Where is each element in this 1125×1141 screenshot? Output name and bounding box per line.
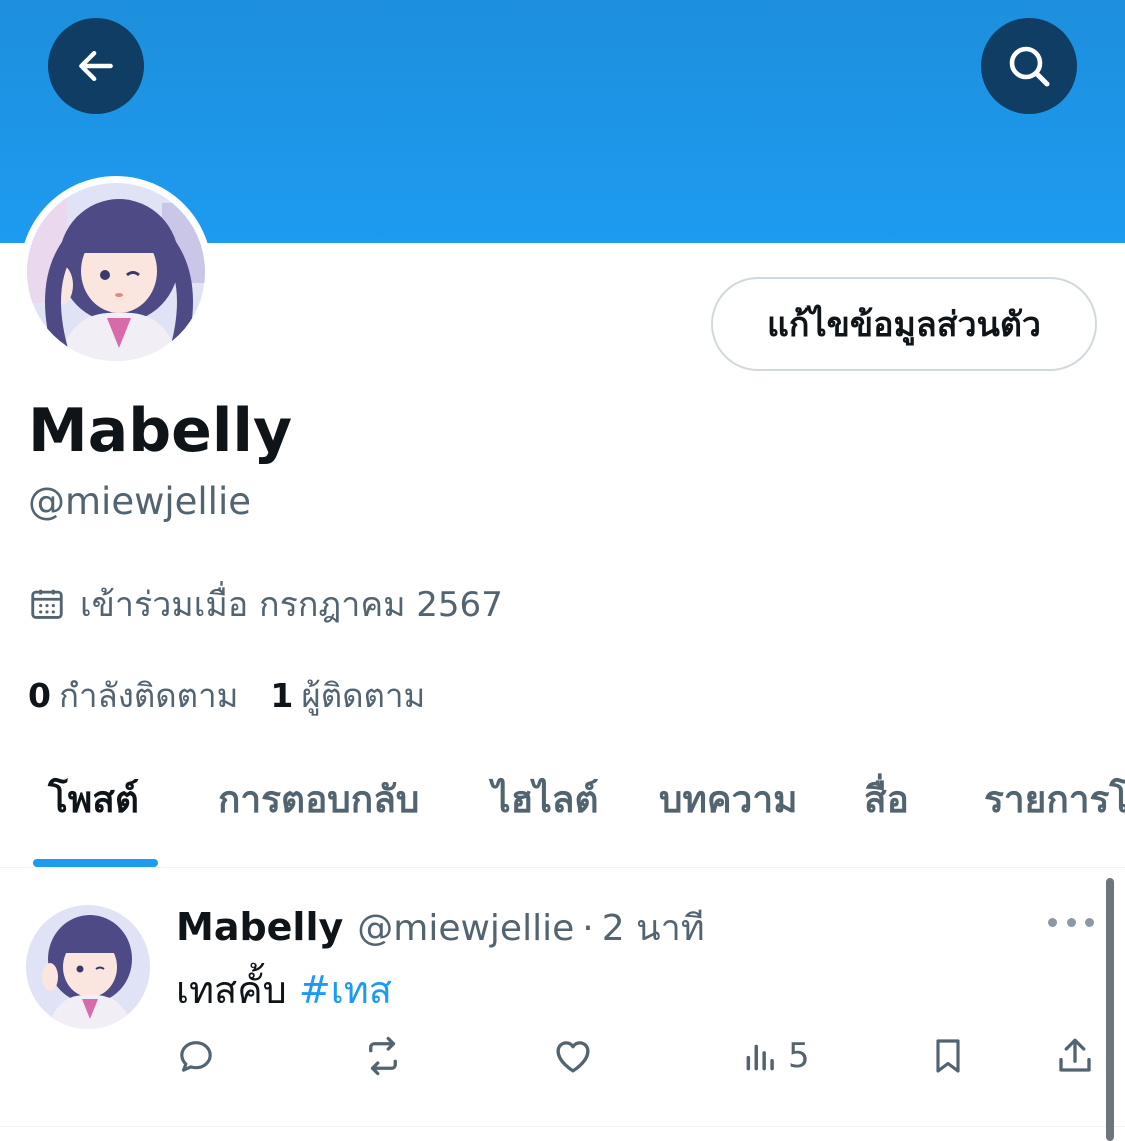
profile-handle: @miewjellie — [28, 480, 251, 523]
views-button[interactable]: 5 — [742, 1031, 810, 1081]
post-separator: · — [582, 908, 594, 949]
repost-button[interactable] — [362, 1031, 404, 1081]
post-body: เทสคั้บ #เทส — [176, 959, 392, 1020]
back-button[interactable] — [48, 18, 144, 114]
avatar-image — [27, 183, 205, 361]
post-actions: 5 — [176, 1031, 1096, 1081]
post-timestamp[interactable]: 2 นาที — [602, 899, 705, 956]
views-count: 5 — [788, 1036, 810, 1076]
more-options-button[interactable] — [1048, 909, 1094, 935]
following-link[interactable]: 0 กำลังติดตาม — [28, 669, 238, 722]
following-label: กำลังติดตาม — [58, 675, 239, 715]
tab-replies[interactable]: การตอบกลับ — [218, 770, 419, 830]
dot-icon — [1048, 917, 1057, 927]
post-hashtag[interactable]: #เทส — [299, 968, 392, 1012]
dot-icon — [1066, 917, 1076, 927]
arrow-left-icon — [79, 50, 113, 82]
scrollbar[interactable] — [1106, 878, 1114, 1141]
post-avatar[interactable] — [26, 905, 150, 1029]
post-header: Mabelly @miewjellie · 2 นาที — [176, 899, 705, 956]
follow-stats: 0 กำลังติดตาม 1 ผู้ติดตาม — [28, 672, 457, 718]
dot-icon — [1085, 917, 1094, 927]
calendar-icon — [31, 589, 63, 619]
tab-highlights[interactable]: ไฮไลต์ — [492, 770, 599, 830]
post-author-name[interactable]: Mabelly — [176, 905, 343, 949]
profile-display-name: Mabelly — [28, 396, 293, 466]
joined-date: เข้าร่วมเมื่อ กรกฎาคม 2567 — [28, 582, 503, 626]
bookmark-icon — [936, 1039, 960, 1073]
joined-text: เข้าร่วมเมื่อ กรกฎาคม 2567 — [80, 585, 503, 625]
search-icon — [1009, 46, 1050, 87]
heart-icon — [556, 1041, 590, 1073]
post-author-handle[interactable]: @miewjellie — [357, 908, 574, 949]
active-tab-indicator — [33, 859, 158, 867]
tab-articles[interactable]: บทความ — [659, 770, 798, 830]
followers-label: ผู้ติดตาม — [301, 675, 426, 715]
post-text: เทสคั้บ — [176, 968, 287, 1012]
reply-icon — [180, 1041, 212, 1072]
reply-button[interactable] — [176, 1031, 216, 1081]
share-icon — [1059, 1038, 1091, 1072]
search-button[interactable] — [981, 18, 1077, 114]
analytics-icon — [746, 1044, 774, 1071]
following-count: 0 — [28, 675, 51, 715]
profile-page: แก้ไขข้อมูลส่วนตัว Mabelly @miewjellie เ… — [0, 0, 1125, 1141]
tab-media[interactable]: สื่อ — [864, 770, 909, 830]
share-button[interactable] — [1054, 1031, 1096, 1081]
bookmark-button[interactable] — [928, 1031, 968, 1081]
followers-count: 1 — [270, 675, 294, 715]
followers-link[interactable]: 1 ผู้ติดตาม — [270, 669, 425, 722]
post-item[interactable]: Mabelly @miewjellie · 2 นาที เทสคั้บ #เท… — [0, 869, 1125, 1127]
edit-profile-button[interactable]: แก้ไขข้อมูลส่วนตัว — [711, 277, 1097, 371]
profile-avatar[interactable] — [20, 176, 212, 368]
like-button[interactable] — [552, 1031, 594, 1081]
profile-tabs: โพสต์ การตอบกลับ ไฮไลต์ บทความ สื่อ รายก… — [0, 740, 1125, 868]
tab-posts[interactable]: โพสต์ — [48, 770, 139, 830]
tab-likes[interactable]: รายการโปรด — [984, 770, 1125, 830]
repost-icon — [369, 1036, 397, 1076]
